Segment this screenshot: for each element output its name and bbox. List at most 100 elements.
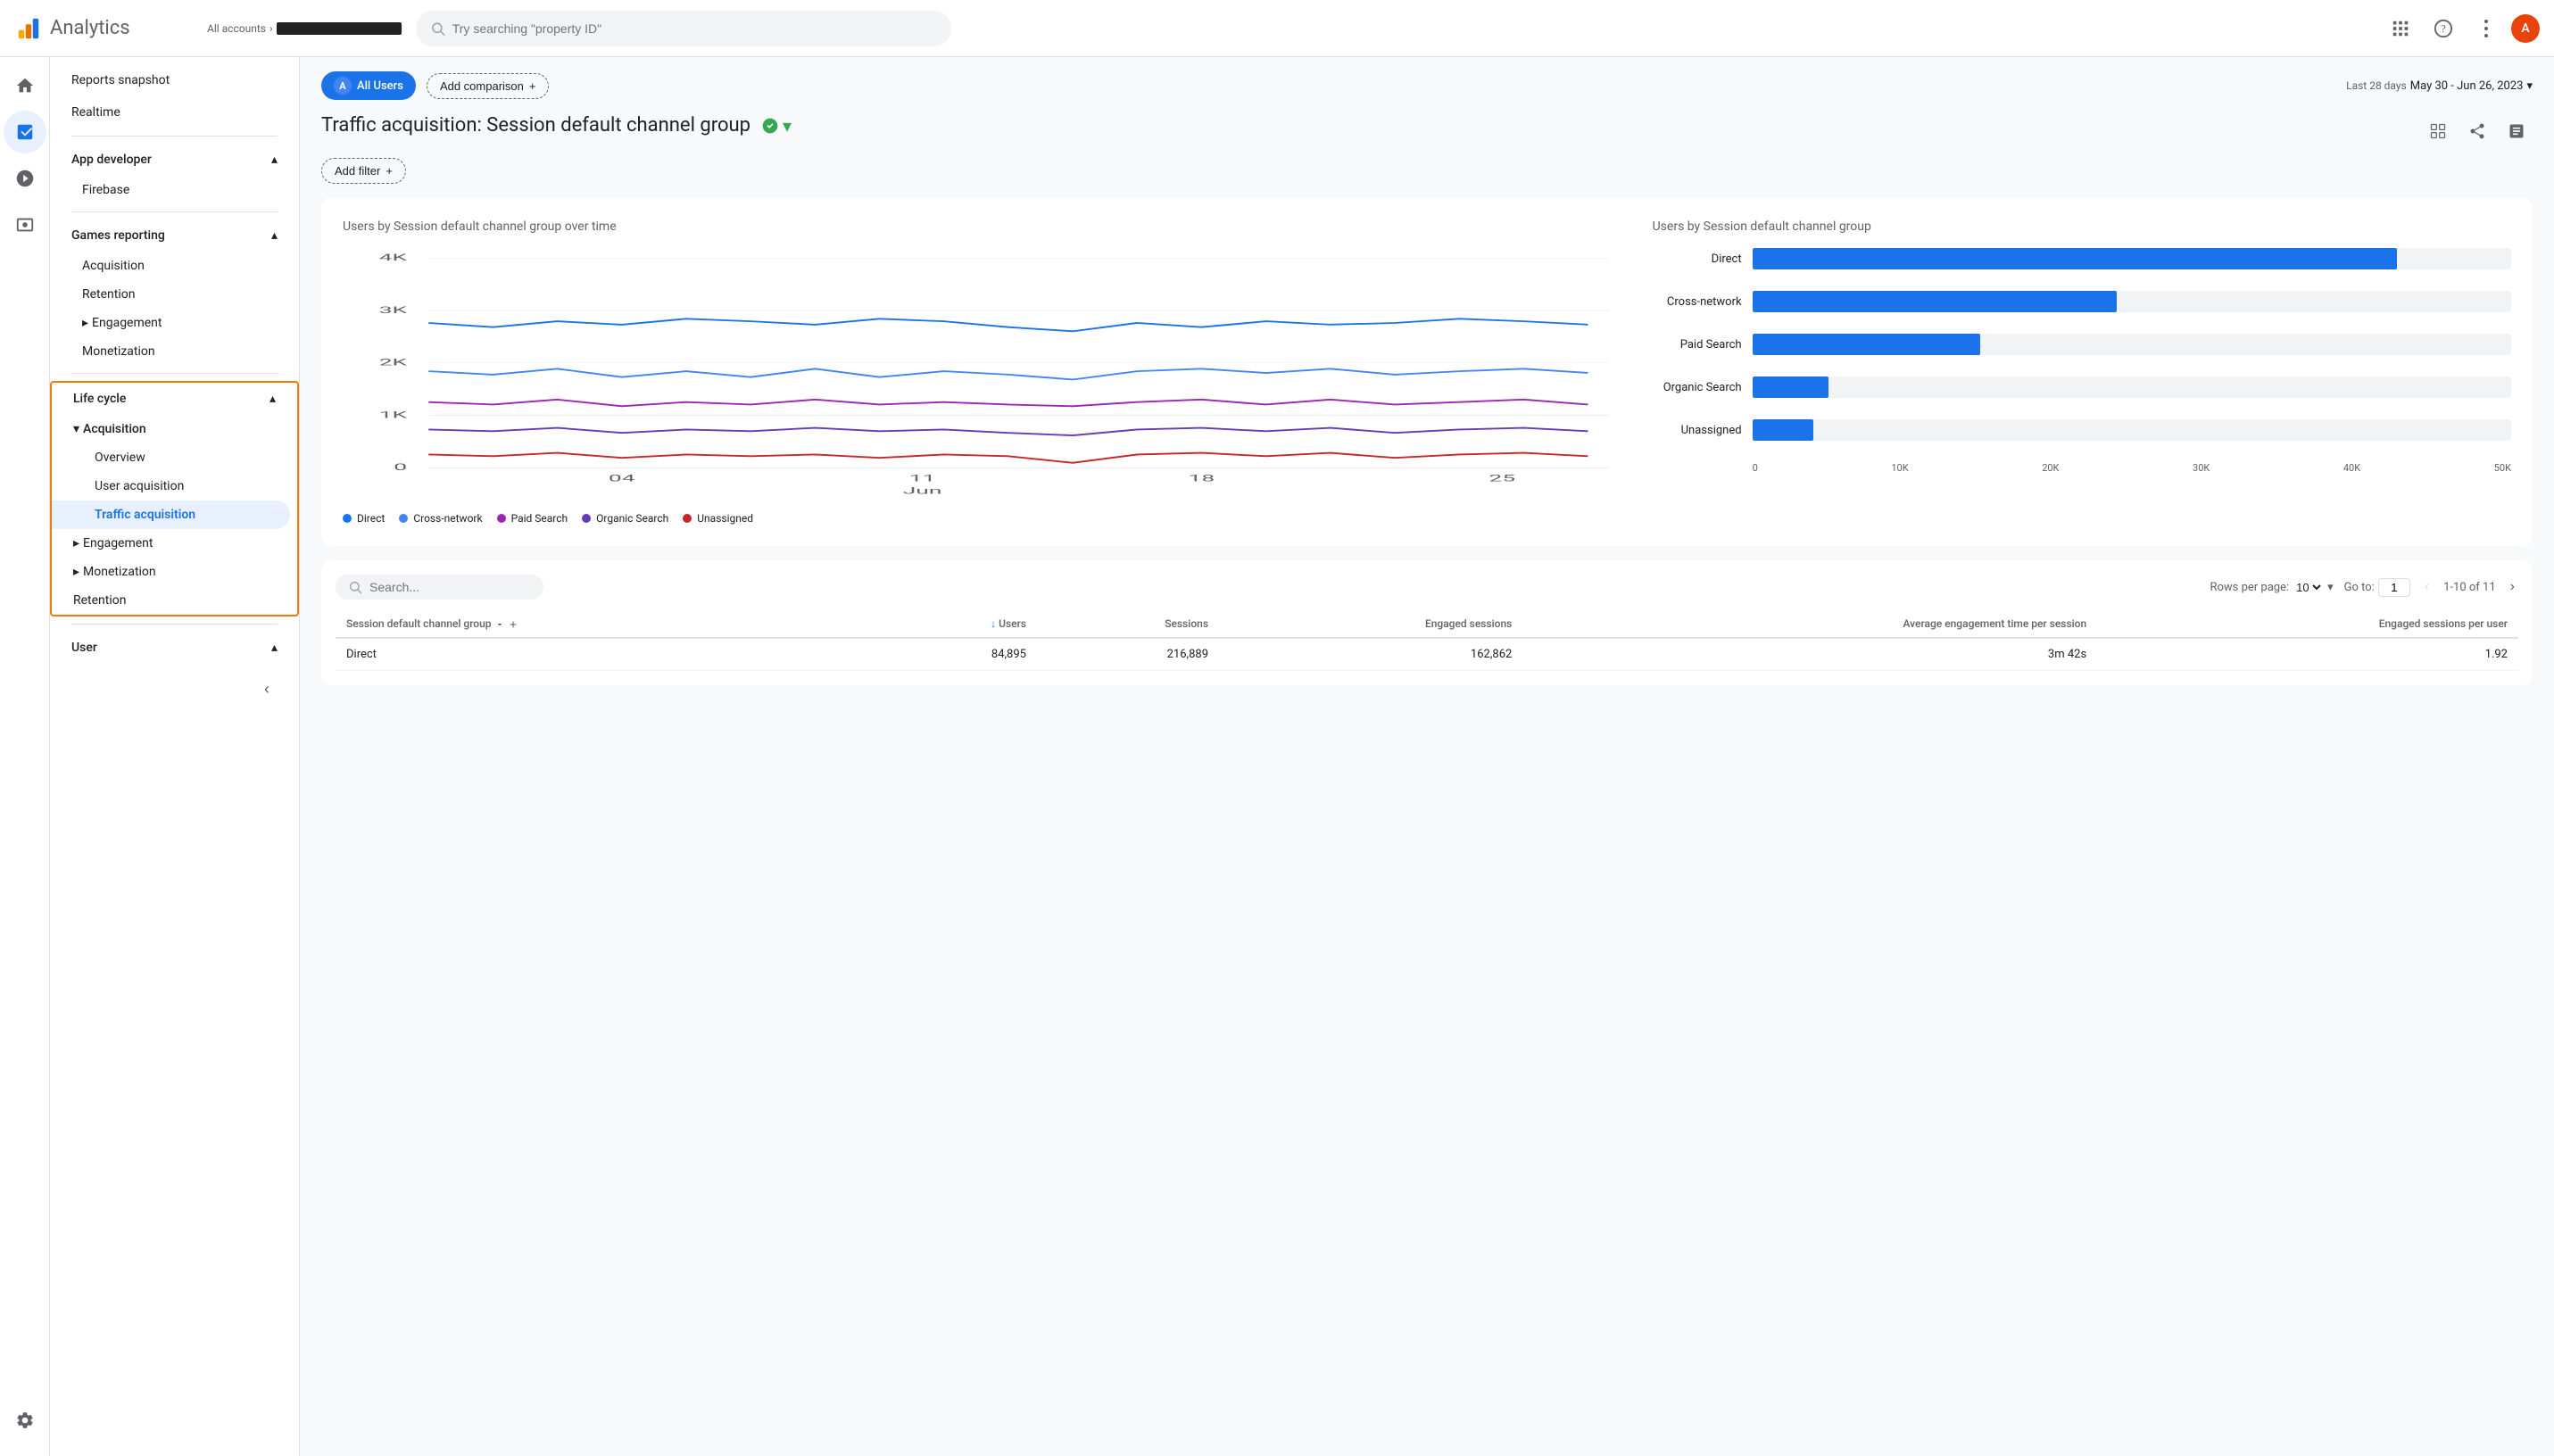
nav-reports-button[interactable]: [4, 111, 46, 153]
customize-icon: [2429, 122, 2447, 140]
sidebar-divider-3: [71, 373, 278, 374]
legend-dot-direct: [343, 514, 352, 523]
bar-chart-container: Direct Cross-network Paid Search: [1653, 248, 2511, 474]
legend-label-direct: Direct: [357, 512, 385, 525]
engagement-sub-label: Engagement: [83, 536, 153, 550]
sidebar-item-games-engagement[interactable]: ▸ Engagement: [50, 309, 299, 337]
sidebar-item-games-monetization[interactable]: Monetization: [50, 337, 299, 366]
svg-text:11: 11: [909, 473, 936, 484]
col-dropdown-icon[interactable]: [494, 619, 505, 630]
col-engaged-per-user[interactable]: Engaged sessions per user: [2097, 610, 2518, 638]
apps-icon-button[interactable]: [2383, 11, 2418, 46]
sidebar-section-lifecycle[interactable]: Life cycle ▴: [52, 383, 297, 415]
breadcrumb-all-accounts[interactable]: All accounts: [207, 22, 266, 35]
insights-button[interactable]: [2500, 115, 2533, 147]
sidebar-collapse-button[interactable]: ‹: [249, 671, 285, 707]
legend-label-unassigned: Unassigned: [697, 512, 753, 525]
line-cross-network: [428, 368, 1588, 379]
sidebar-section-games-reporting[interactable]: Games reporting ▴: [50, 219, 299, 252]
home-icon: [15, 76, 35, 95]
share-icon: [2468, 122, 2486, 140]
page-title: Traffic acquisition: Session default cha…: [321, 114, 750, 136]
line-organic-search: [428, 428, 1588, 435]
nav-explore-button[interactable]: [4, 157, 46, 200]
svg-text:1K: 1K: [379, 410, 408, 420]
sidebar-item-lifecycle-acquisition[interactable]: ▾ Acquisition: [52, 415, 297, 443]
add-filter-plus-icon: +: [386, 164, 393, 178]
legend-label-paid-search: Paid Search: [511, 512, 568, 525]
sidebar-item-firebase[interactable]: Firebase: [50, 176, 299, 204]
add-comparison-button[interactable]: Add comparison +: [427, 73, 550, 99]
table-search-input[interactable]: [369, 580, 531, 594]
sidebar-item-realtime[interactable]: Realtime: [50, 96, 299, 128]
bar-label-organic-search: Organic Search: [1653, 381, 1742, 394]
help-icon: ?: [2434, 19, 2453, 38]
sidebar-item-traffic-acquisition[interactable]: Traffic acquisition: [52, 500, 290, 529]
all-users-chip[interactable]: A All Users: [321, 71, 416, 100]
status-check-icon: ▾: [761, 115, 792, 136]
user-avatar[interactable]: A: [2511, 14, 2540, 43]
bar-fill-organic-search: [1753, 376, 1828, 398]
sidebar-item-games-acquisition[interactable]: Acquisition: [50, 252, 299, 280]
help-icon-button[interactable]: ?: [2425, 11, 2461, 46]
prev-page-button[interactable]: ‹: [2421, 575, 2433, 599]
bar-fill-unassigned: [1753, 419, 1813, 441]
monetization-chevron-icon: ▸: [73, 565, 79, 579]
next-page-button[interactable]: ›: [2507, 575, 2518, 599]
sidebar-item-lifecycle-retention[interactable]: Retention: [52, 586, 297, 615]
cell-sessions: 216,889: [1037, 638, 1219, 671]
sidebar-section-user[interactable]: User ▴: [50, 632, 299, 664]
legend-cross-network: Cross-network: [399, 512, 482, 525]
user-chevron-icon: ▴: [271, 641, 278, 655]
sidebar-item-games-retention[interactable]: Retention: [50, 280, 299, 309]
col-avg-engagement[interactable]: Average engagement time per session: [1522, 610, 2097, 638]
sidebar-item-lifecycle-monetization[interactable]: ▸ Monetization: [52, 558, 297, 586]
search-bar[interactable]: [416, 11, 951, 46]
table-pagination: Rows per page: 10 25 50 ▾ Go to: ‹ 1-10 …: [2210, 575, 2518, 599]
col-users[interactable]: ↓ Users: [877, 610, 1037, 638]
sidebar-item-overview[interactable]: Overview: [52, 443, 297, 472]
table-search-icon: [348, 580, 362, 594]
table-search[interactable]: [336, 575, 543, 600]
sidebar-item-lifecycle-engagement[interactable]: ▸ Engagement: [52, 529, 297, 558]
main-content: A All Users Add comparison + Last 28 day…: [300, 57, 2554, 1456]
data-table: Session default channel group ↓ Users Se…: [336, 610, 2518, 671]
sidebar-item-user-acquisition[interactable]: User acquisition: [52, 472, 297, 500]
col-session-channel[interactable]: Session default channel group: [336, 610, 877, 638]
cell-engaged-per-user: 1.92: [2097, 638, 2518, 671]
svg-text:04: 04: [609, 473, 635, 484]
customize-report-button[interactable]: [2422, 115, 2454, 147]
legend-dot-unassigned: [683, 514, 692, 523]
sidebar-section-app-developer[interactable]: App developer ▴: [50, 144, 299, 176]
nav-advertising-button[interactable]: [4, 203, 46, 246]
bar-row-direct: Direct: [1653, 248, 2511, 269]
sidebar-item-reports-snapshot[interactable]: Reports snapshot: [50, 64, 299, 96]
bar-row-organic-search: Organic Search: [1653, 376, 2511, 398]
acquisition-chevron-icon: ▾: [73, 422, 79, 436]
rows-per-page-label: Rows per page:: [2210, 581, 2289, 594]
nav-settings-button[interactable]: [4, 1399, 46, 1442]
col-add-icon[interactable]: [508, 619, 518, 630]
legend-unassigned: Unassigned: [683, 512, 753, 525]
more-vert-icon-button[interactable]: [2468, 11, 2504, 46]
bar-x-40k: 40K: [2343, 462, 2360, 474]
sort-arrow-icon: ↓: [991, 617, 999, 630]
date-range[interactable]: Last 28 days May 30 - Jun 26, 2023 ▾: [2346, 79, 2533, 93]
dropdown-chevron-icon[interactable]: ▾: [783, 115, 792, 136]
search-input[interactable]: [452, 21, 937, 36]
cell-engaged: 162,862: [1219, 638, 1522, 671]
sidebar: Reports snapshot Realtime App developer …: [50, 57, 300, 1456]
bar-track-direct: [1753, 248, 2511, 269]
games-chevron-up-icon: ▴: [271, 228, 278, 243]
col-sessions[interactable]: Sessions: [1037, 610, 1219, 638]
go-to-input[interactable]: [2378, 578, 2410, 597]
rows-per-page-select[interactable]: 10 25 50: [2293, 580, 2324, 595]
toolbar-left: A All Users Add comparison +: [321, 71, 549, 100]
nav-home-button[interactable]: [4, 64, 46, 107]
add-filter-button[interactable]: Add filter +: [321, 158, 406, 184]
charts-area: Users by Session default channel group o…: [321, 198, 2533, 546]
toolbar-row: A All Users Add comparison + Last 28 day…: [321, 71, 2533, 100]
share-button[interactable]: [2461, 115, 2493, 147]
bar-x-30k: 30K: [2193, 462, 2210, 474]
col-engaged-sessions[interactable]: Engaged sessions: [1219, 610, 1522, 638]
